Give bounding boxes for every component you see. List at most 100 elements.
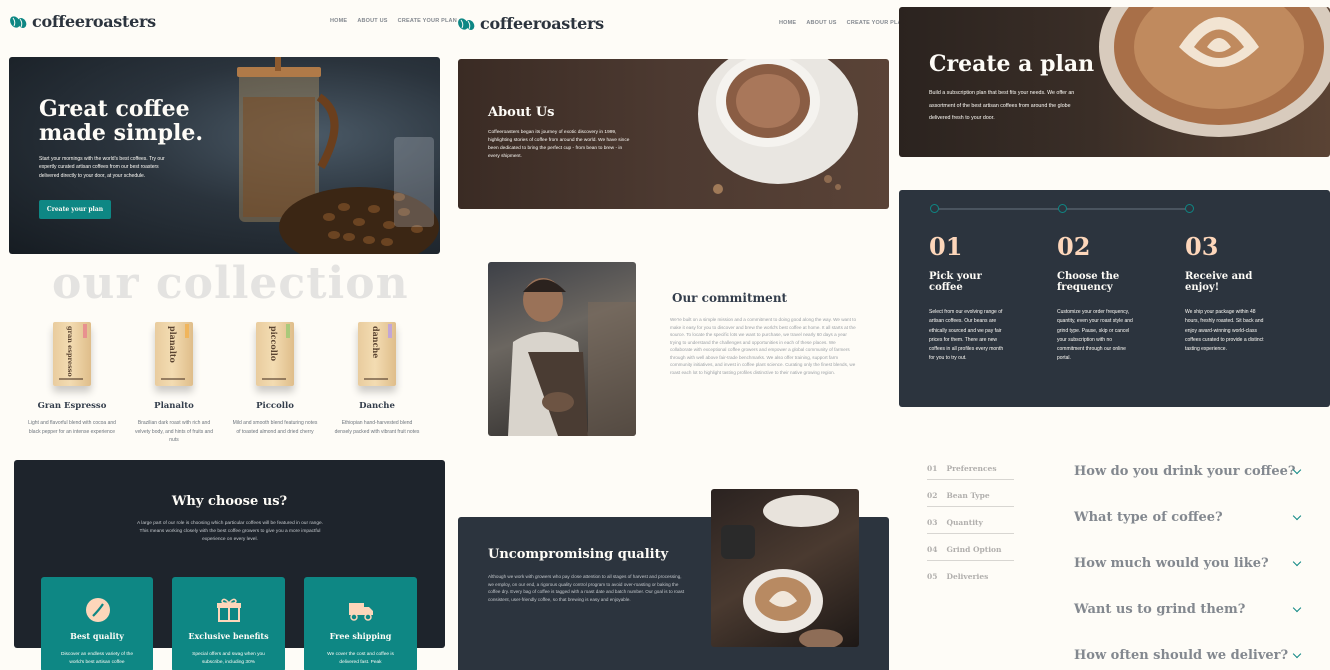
chevron-down-icon[interactable]	[1292, 603, 1302, 613]
hero-banner: Great coffee made simple. Start your mor…	[9, 57, 440, 254]
step-number: 03	[1185, 232, 1219, 261]
product-name-planalto: Planalto	[154, 401, 194, 411]
latte-art-image	[711, 489, 859, 647]
commitment-title: Our commitment	[672, 291, 788, 305]
feature-text: We cover the cost and coffee is delivere…	[327, 652, 394, 665]
hero-text: Start your mornings with the world's bes…	[39, 156, 165, 179]
feature-title: Free shipping	[329, 631, 392, 641]
step-number: 01	[929, 232, 963, 261]
collection-heading: our collection	[52, 258, 409, 309]
plan-title: Create a plan	[929, 51, 1095, 77]
product-desc-piccollo: Mild and smooth blend featuring notes of…	[232, 420, 318, 435]
plan-nav-label: Bean Type	[946, 491, 990, 500]
plan-nav-number: 03	[927, 518, 938, 527]
bag-label: gran espresso	[66, 326, 74, 377]
step-title: Choose the frequency	[1057, 271, 1120, 293]
product-desc-planalto: Brazilian dark roast with rich and velve…	[134, 420, 213, 443]
feature-title: Best quality	[70, 631, 124, 641]
question-deliver[interactable]: How often should we deliver?	[1074, 648, 1288, 663]
why-title: Why choose us?	[171, 494, 288, 509]
logo[interactable]: coffeeroasters	[458, 14, 604, 33]
question-quantity[interactable]: How much would you like?	[1074, 556, 1269, 571]
plan-nav-number: 05	[927, 572, 938, 581]
truck-icon	[349, 603, 373, 621]
nav-create-plan[interactable]: Create your plan	[398, 18, 457, 24]
product-name-piccollo: Piccollo	[256, 401, 294, 411]
plan-nav-label: Quantity	[946, 518, 983, 527]
plan-hero-banner: Create a plan Build a subscription plan …	[899, 7, 1330, 157]
plan-text: Build a subscription plan that best fits…	[929, 90, 1075, 122]
coffee-cup-image	[698, 59, 858, 194]
bag-label: piccollo	[269, 326, 279, 362]
nav-home[interactable]: Home	[330, 18, 347, 24]
step-title: Receive and enjoy!	[1185, 271, 1253, 293]
about-title: About Us	[488, 105, 555, 120]
hero-title: Great coffee made simple.	[39, 96, 203, 147]
logo[interactable]: coffeeroasters	[10, 12, 156, 31]
nav-home[interactable]: Home	[779, 20, 796, 26]
nav-about[interactable]: About us	[806, 20, 836, 26]
plan-nav-number: 02	[927, 491, 938, 500]
feature-free-shipping: Free shipping We cover the cost and coff…	[304, 577, 417, 670]
chevron-down-icon[interactable]	[1292, 557, 1302, 567]
hero-title-line-1: Great coffee	[39, 96, 190, 122]
product-bag-piccollo: piccollo	[256, 322, 294, 386]
main-nav: Home About us Create your plan	[779, 20, 906, 26]
commitment-text: We're built on a simple mission and a co…	[670, 317, 856, 376]
cappuccino-image	[1099, 7, 1330, 137]
step-text: Select from our evolving range of artisa…	[929, 309, 1004, 362]
feature-best-quality: Best quality Discover an endless variety…	[41, 577, 153, 670]
coffee-bean-icon	[86, 598, 110, 622]
how-it-works-section: 01 02 03 Pick your coffee Choose the fre…	[899, 190, 1330, 407]
about-text: Coffeeroasters began its journey of exot…	[488, 130, 630, 159]
nav-create-plan[interactable]: Create your plan	[847, 20, 906, 26]
coffee-bean-logo-icon	[10, 15, 27, 28]
plan-nav-number: 04	[927, 545, 938, 554]
plan-nav-bean-type[interactable]: 02 Bean Type	[927, 491, 1014, 507]
plan-nav-deliveries[interactable]: 05 Deliveries	[927, 572, 1014, 587]
feature-text: Discover an endless variety of the world…	[61, 652, 133, 665]
plan-nav-number: 01	[927, 464, 938, 473]
step-text: Customize your order frequency, quantity…	[1057, 309, 1133, 362]
plan-nav-label: Deliveries	[946, 572, 989, 581]
question-type[interactable]: What type of coffee?	[1074, 510, 1223, 525]
product-bag-danche: danche	[358, 322, 396, 386]
plan-nav-preferences[interactable]: 01 Preferences	[927, 464, 1014, 480]
brand-name: coffeeroasters	[32, 12, 156, 31]
bag-label: danche	[371, 326, 381, 359]
main-nav: Home About us Create your plan	[330, 18, 457, 24]
step-title: Pick your coffee	[929, 271, 982, 293]
question-grind[interactable]: Want us to grind them?	[1074, 602, 1245, 617]
french-press-image	[237, 57, 439, 254]
product-name-danche: Danche	[359, 401, 395, 411]
plan-nav-label: Preferences	[946, 464, 997, 473]
gift-icon	[217, 598, 241, 622]
quality-title: Uncompromising quality	[488, 547, 669, 562]
brand-name: coffeeroasters	[480, 14, 604, 33]
product-bag-gran-espresso: gran espresso	[53, 322, 91, 386]
step-3-marker	[1185, 204, 1194, 213]
coffee-bean-logo-icon	[458, 17, 475, 30]
about-banner: About Us Coffeeroasters began its journe…	[458, 59, 889, 209]
step-1-marker	[930, 204, 939, 213]
why-text: A large part of our role is choosing whi…	[136, 521, 324, 542]
question-drink[interactable]: How do you drink your coffee?	[1074, 464, 1296, 479]
product-name-gran-espresso: Gran Espresso	[37, 401, 107, 411]
product-bag-planalto: planalto	[155, 322, 193, 386]
product-desc-danche: Ethiopian hand-harvested blend densely p…	[334, 420, 420, 435]
hero-create-plan-button[interactable]: Create your plan	[39, 200, 111, 219]
step-2-marker	[1058, 204, 1067, 213]
chevron-down-icon[interactable]	[1292, 649, 1302, 659]
barista-image	[488, 262, 636, 436]
hero-title-line-2: made simple.	[39, 120, 203, 147]
step-text: We ship your package within 48 hours, fr…	[1185, 309, 1264, 352]
product-desc-gran-espresso: Light and flavorful blend with cocoa and…	[28, 420, 116, 435]
feature-exclusive-benefits: Exclusive benefits Special offers and sw…	[172, 577, 285, 670]
quality-text: Although we work with growers who pay cl…	[488, 574, 685, 602]
chevron-down-icon[interactable]	[1292, 511, 1302, 521]
plan-nav-grind-option[interactable]: 04 Grind Option	[927, 545, 1014, 561]
feature-title: Exclusive benefits	[188, 631, 269, 641]
plan-nav-label: Grind Option	[946, 545, 1002, 554]
nav-about[interactable]: About us	[357, 18, 387, 24]
plan-nav-quantity[interactable]: 03 Quantity	[927, 518, 1014, 534]
